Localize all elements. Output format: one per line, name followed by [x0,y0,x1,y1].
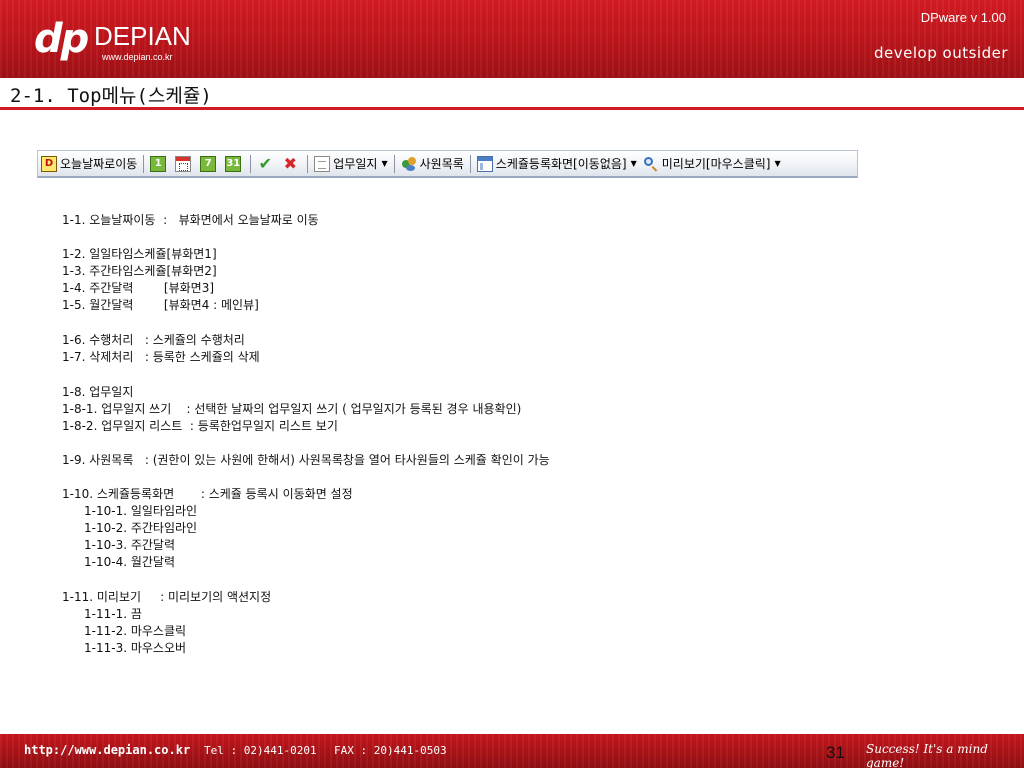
desc-line: 1-8-2. 업무일지 리스트 : 등록한업무일지 리스트 보기 [62,419,338,433]
desc-line: 1-10-2. 주간타임라인 [84,521,198,535]
page-title: 2-1. Top메뉴(스케쥴) [10,85,212,107]
chevron-down-icon: ▼ [774,159,781,168]
desc-line: 1-10-3. 주간달력 [84,538,175,552]
worklog-dropdown[interactable]: 업무일지 ▼ [311,153,390,175]
desc-line: 1-8-1. 업무일지 쓰기 : 선택한 날짜의 업무일지 쓰기 ( 업무일지가… [62,402,522,416]
staff-list-button[interactable]: 사원목록 [398,153,467,175]
document-icon [314,155,331,172]
window-icon [476,155,493,172]
preview-dropdown[interactable]: 미리보기[마우스클릭] ▼ [640,153,784,175]
depian-d-icon: D [41,155,57,172]
week-view-button[interactable]: 7 [197,153,222,175]
toolbar-separator [469,154,471,173]
footer-fax: FAX : 20)441-0503 [334,744,447,757]
week-view-icon: 7 [200,155,217,172]
month-view-icon: 31 [225,155,242,172]
check-icon: ✔ [258,153,272,173]
schedule-register-label: 스케쥴등록화면[이동없음] [495,157,627,171]
logo-mark: dp [34,16,89,62]
depian-logo: dp DEPIAN www.depian.co.kr [34,16,194,66]
day-view-icon: 1 [150,155,167,172]
toolbar-separator [307,154,309,173]
schedule-toolbar: D 오늘날짜로이동 1 7 31 ✔ ✖ 업무일지 ▼ 사원목록 스케쥴등록화면… [37,150,858,178]
page-number: 31 [826,743,845,762]
title-divider [0,107,1024,110]
toolbar-separator [143,154,145,173]
staff-label: 사원목록 [419,157,464,171]
footer-tel: Tel : 02)441-0201 [204,744,317,757]
toolbar-separator [250,154,252,173]
header-banner: dp DEPIAN www.depian.co.kr DPware v 1.00… [0,0,1024,78]
desc-line: 1-8. 업무일지 [62,385,134,399]
day-view-button[interactable]: 1 [147,153,172,175]
chevron-down-icon: ▼ [630,159,637,168]
desc-line: 1-11. 미리보기 : 미리보기의 액션지정 [62,590,272,604]
chevron-down-icon: ▼ [381,159,388,168]
desc-line: 1-11-1. 끔 [84,607,142,621]
desc-line: 1-10-4. 월간달력 [84,555,175,569]
logo-url: www.depian.co.kr [102,52,173,62]
today-label: 오늘날짜로이동 [60,157,138,171]
today-button[interactable]: D 오늘날짜로이동 [38,153,140,175]
desc-line: 1-4. 주간달력 [뷰화면3] [62,281,215,295]
month-view-button[interactable]: 31 [222,153,247,175]
toolbar-separator [393,154,395,173]
delete-icon: ✖ [283,153,297,173]
complete-button[interactable]: ✔ [254,153,279,175]
desc-line: 1-2. 일일타임스케쥴[뷰화면1] [62,247,217,261]
schedule-register-dropdown[interactable]: 스케쥴등록화면[이동없음] ▼ [474,153,640,175]
logo-brand: DEPIAN [94,21,191,51]
worklog-label: 업무일지 [333,157,378,171]
version-label: DPware v 1.00 [920,10,1006,25]
desc-line: 1-1. 오늘날짜이동 : 뷰화면에서 오늘날짜로 이동 [62,213,319,227]
desc-line: 1-10-1. 일일타임라인 [84,504,198,518]
desc-line: 1-10. 스케쥴등록화면 : 스케쥴 등록시 이동화면 설정 [62,487,353,501]
footer-motto: Success! It's a mind game! [866,742,988,770]
footer-banner: http://www.depian.co.kr Tel : 02)441-020… [0,734,1024,770]
desc-line: 1-9. 사원목록 : (권한이 있는 사원에 한해서) 사원목록창을 열어 타… [62,453,550,467]
desc-line: 1-6. 수행처리 : 스케쥴의 수행처리 [62,333,245,347]
users-icon [401,156,417,172]
desc-line: 1-11-3. 마우스오버 [84,641,187,655]
calendar-icon [175,155,192,172]
preview-label: 미리보기[마우스클릭] [661,157,771,171]
magnifier-icon [643,156,659,172]
footer-url[interactable]: http://www.depian.co.kr [24,743,190,757]
slogan: develop outsider [874,44,1008,62]
weekly-timeline-button[interactable] [172,153,197,175]
desc-line: 1-5. 월간달력 [뷰화면4 : 메인뷰] [62,298,259,312]
delete-button[interactable]: ✖ [279,153,304,175]
desc-line: 1-7. 삭제처리 : 등록한 스케쥴의 삭제 [62,350,260,364]
desc-line: 1-3. 주간타임스케쥴[뷰화면2] [62,264,217,278]
desc-line: 1-11-2. 마우스클릭 [84,624,187,638]
